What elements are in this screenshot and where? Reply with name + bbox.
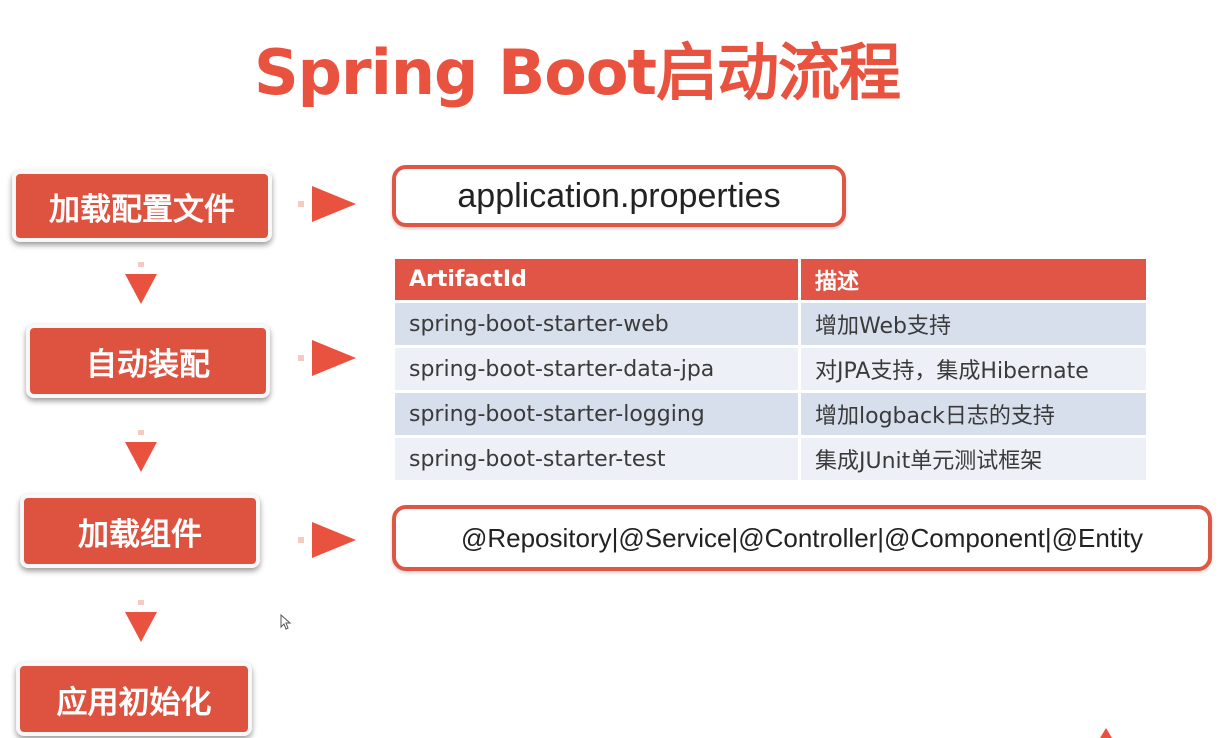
table-row: spring-boot-starter-data-jpa 对JPA支持，集成Hi… <box>395 348 1146 390</box>
table-row: spring-boot-starter-web 增加Web支持 <box>395 303 1146 345</box>
components-box: @Repository|@Service|@Controller|@Compon… <box>392 505 1212 571</box>
corner-arrow-icon <box>1100 728 1112 738</box>
description-cell: 集成JUnit单元测试框架 <box>801 438 1146 480</box>
artifact-id-cell: spring-boot-starter-web <box>395 303 801 345</box>
description-cell: 增加Web支持 <box>801 303 1146 345</box>
header-description: 描述 <box>801 259 1146 300</box>
artifact-id-cell: spring-boot-starter-test <box>395 438 801 480</box>
down-arrow-icon <box>125 262 157 304</box>
table-row: spring-boot-starter-test 集成JUnit单元测试框架 <box>395 438 1146 480</box>
step-auto-configure: 自动装配 <box>26 324 270 398</box>
components-text: @Repository|@Service|@Controller|@Compon… <box>460 522 1144 553</box>
config-file-text: application.properties <box>457 176 781 215</box>
cursor-icon <box>280 614 292 630</box>
starter-table: ArtifactId 描述 spring-boot-starter-web 增加… <box>395 256 1146 483</box>
header-artifact-id: ArtifactId <box>395 259 801 300</box>
config-file-box: application.properties <box>392 165 846 227</box>
artifact-id-cell: spring-boot-starter-data-jpa <box>395 348 801 390</box>
slide: Spring Boot启动流程 加载配置文件 自动装配 加载组件 应用初始化 a… <box>0 0 1230 738</box>
page-title: Spring Boot启动流程 <box>254 36 901 109</box>
step-load-components: 加载组件 <box>20 494 260 568</box>
right-arrow-icon <box>298 522 356 558</box>
right-arrow-icon <box>298 186 356 222</box>
artifact-id-cell: spring-boot-starter-logging <box>395 393 801 435</box>
description-cell: 增加logback日志的支持 <box>801 393 1146 435</box>
step-app-init: 应用初始化 <box>16 662 252 736</box>
step-load-config: 加载配置文件 <box>12 170 272 242</box>
table-row: spring-boot-starter-logging 增加logback日志的… <box>395 393 1146 435</box>
table-header-row: ArtifactId 描述 <box>395 259 1146 300</box>
right-arrow-icon <box>298 340 356 376</box>
down-arrow-icon <box>125 430 157 472</box>
down-arrow-icon <box>125 600 157 642</box>
description-cell: 对JPA支持，集成Hibernate <box>801 348 1146 390</box>
